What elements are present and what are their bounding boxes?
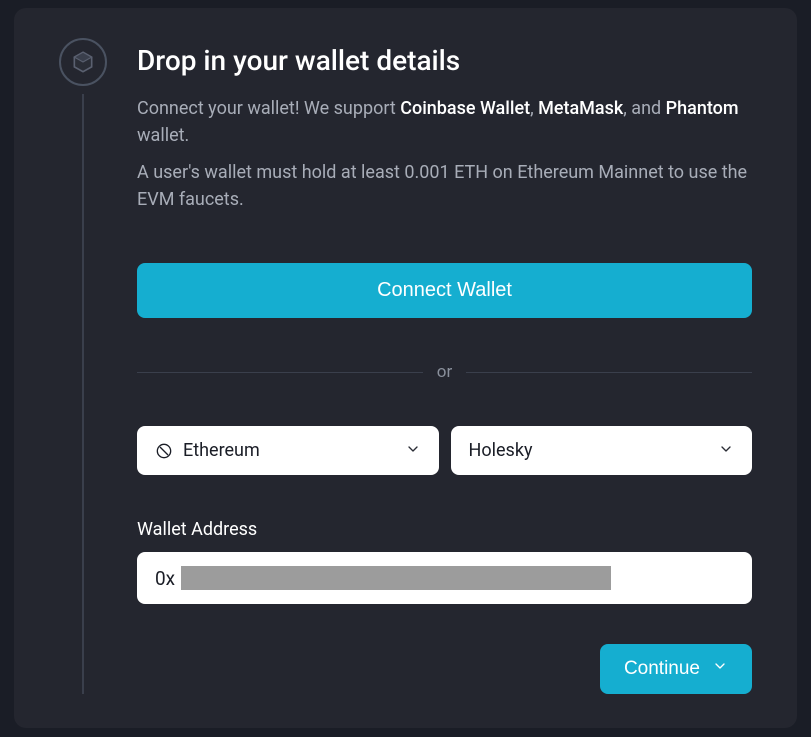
blockchain-selected-label: Ethereum <box>183 440 260 461</box>
or-divider: or <box>137 362 752 382</box>
chevron-down-icon <box>405 441 421 461</box>
wallet-metamask-label: MetaMask <box>538 98 623 119</box>
ethereum-icon <box>155 442 173 460</box>
page-title: Drop in your wallet details <box>137 44 752 77</box>
wallet-step-panel: Drop in your wallet details Connect your… <box>14 8 797 728</box>
divider-label: or <box>437 362 452 382</box>
connect-wallet-button[interactable]: Connect Wallet <box>137 263 752 318</box>
chevron-down-icon <box>712 658 728 680</box>
blockchain-select[interactable]: Ethereum <box>137 426 439 475</box>
wallet-step-icon <box>59 38 107 86</box>
wallet-phantom-label: Phantom <box>666 98 739 119</box>
network-select[interactable]: Holesky <box>451 426 753 475</box>
wallet-support-description: Connect your wallet! We support Coinbase… <box>137 95 752 149</box>
network-selected-label: Holesky <box>469 440 533 461</box>
chevron-down-icon <box>718 441 734 461</box>
step-indicator <box>59 38 107 694</box>
continue-button[interactable]: Continue <box>600 644 752 694</box>
address-prefix: 0x <box>155 567 175 590</box>
address-redacted-value <box>181 566 611 590</box>
requirement-text: A user's wallet must hold at least 0.001… <box>137 159 752 213</box>
continue-button-label: Continue <box>624 658 700 680</box>
: Wallet Address <box>137 519 752 540</box>
wallet-coinbase-label: Coinbase Wallet <box>400 98 530 119</box>
wallet-address-input[interactable]: 0x <box>137 552 752 604</box>
step-connector-line <box>82 94 84 694</box>
